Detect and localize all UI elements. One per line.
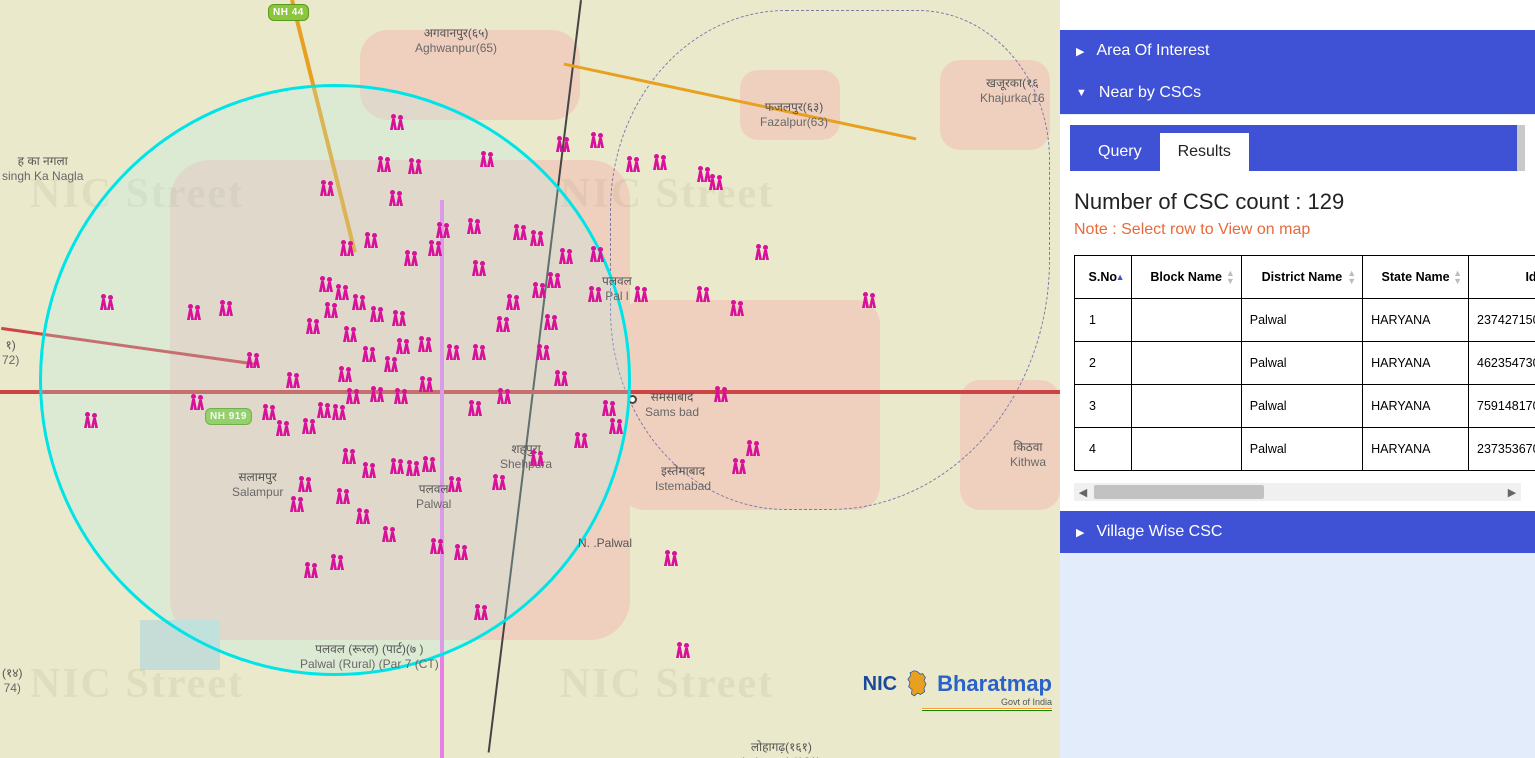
cell-id: 237353670011 (1469, 428, 1535, 471)
scroll-thumb[interactable] (1094, 485, 1264, 499)
cell-state: HARYANA (1363, 342, 1469, 385)
col-sno[interactable]: S.No ▲ (1075, 256, 1132, 299)
csc-count-label: Number of CSC count : 129 (1074, 189, 1521, 215)
cell-block (1131, 385, 1241, 428)
tab-query[interactable]: Query (1080, 133, 1160, 171)
cell-block (1131, 428, 1241, 471)
cell-state: HARYANA (1363, 385, 1469, 428)
horizontal-scrollbar[interactable]: ◀ ▶ (1074, 483, 1521, 501)
accordion-label: Near by CSCs (1099, 84, 1201, 102)
chevron-right-icon: ▶ (1076, 526, 1084, 539)
sort-icon[interactable]: ▲▼ (1347, 269, 1356, 285)
tabs: Query Results (1070, 125, 1525, 171)
cell-district: Palwal (1241, 428, 1362, 471)
cell-id: 759148170018 (1469, 385, 1535, 428)
cell-sno: 2 (1075, 342, 1132, 385)
sort-icon[interactable]: ▲ (1116, 273, 1125, 281)
table-row[interactable]: 2 PalwalHARYANA462354730019 (1075, 342, 1535, 385)
side-panel: ▶ Area Of Interest ▼ Near by CSCs Query … (1060, 0, 1535, 758)
sort-icon[interactable]: ▲▼ (1453, 269, 1462, 285)
cell-district: Palwal (1241, 299, 1362, 342)
note-label: Note : Select row to View on map (1074, 221, 1521, 239)
cell-sno: 3 (1075, 385, 1132, 428)
chevron-down-icon: ▼ (1076, 87, 1087, 99)
table-row[interactable]: 1 PalwalHARYANA237427150018 (1075, 299, 1535, 342)
accordion-nearby-cscs[interactable]: ▼ Near by CSCs (1060, 72, 1535, 114)
cell-block (1131, 342, 1241, 385)
accordion-area-of-interest[interactable]: ▶ Area Of Interest (1060, 30, 1535, 72)
accordion-label: Area Of Interest (1096, 42, 1209, 60)
highway-shield-nh44: NH 44 (268, 4, 309, 21)
results-table-wrap[interactable]: S.No ▲ Block Name ▲▼ District Name ▲▼ St… (1060, 255, 1535, 479)
scroll-right-icon[interactable]: ▶ (1503, 483, 1521, 501)
results-table: S.No ▲ Block Name ▲▼ District Name ▲▼ St… (1074, 255, 1535, 471)
col-district[interactable]: District Name ▲▼ (1241, 256, 1362, 299)
accordion-label: Village Wise CSC (1096, 523, 1222, 541)
chevron-right-icon: ▶ (1076, 45, 1084, 58)
cell-state: HARYANA (1363, 299, 1469, 342)
cell-district: Palwal (1241, 385, 1362, 428)
accordion-village-wise-csc[interactable]: ▶ Village Wise CSC (1060, 511, 1535, 553)
table-row[interactable]: 3 PalwalHARYANA759148170018 (1075, 385, 1535, 428)
table-row[interactable]: 4 PalwalHARYANA237353670011 (1075, 428, 1535, 471)
nearby-cscs-section: Query Results Number of CSC count : 129 … (1060, 114, 1535, 511)
tabs-scrollbar[interactable] (1517, 125, 1525, 171)
cell-state: HARYANA (1363, 428, 1469, 471)
cell-id: 237427150018 (1469, 299, 1535, 342)
sort-icon[interactable]: ▲▼ (1226, 269, 1235, 285)
col-block[interactable]: Block Name ▲▼ (1131, 256, 1241, 299)
cell-id: 462354730019 (1469, 342, 1535, 385)
cell-sno: 4 (1075, 428, 1132, 471)
search-radius-circle (39, 84, 631, 676)
cell-block (1131, 299, 1241, 342)
col-state[interactable]: State Name ▲▼ (1363, 256, 1469, 299)
tab-results[interactable]: Results (1160, 133, 1249, 171)
col-id[interactable]: Id ▲▼ (1469, 256, 1535, 299)
map-canvas[interactable]: NH 44 NH 919 NIC Street NIC Street NIC S… (0, 0, 1060, 758)
scroll-left-icon[interactable]: ◀ (1074, 483, 1092, 501)
cell-district: Palwal (1241, 342, 1362, 385)
cell-sno: 1 (1075, 299, 1132, 342)
